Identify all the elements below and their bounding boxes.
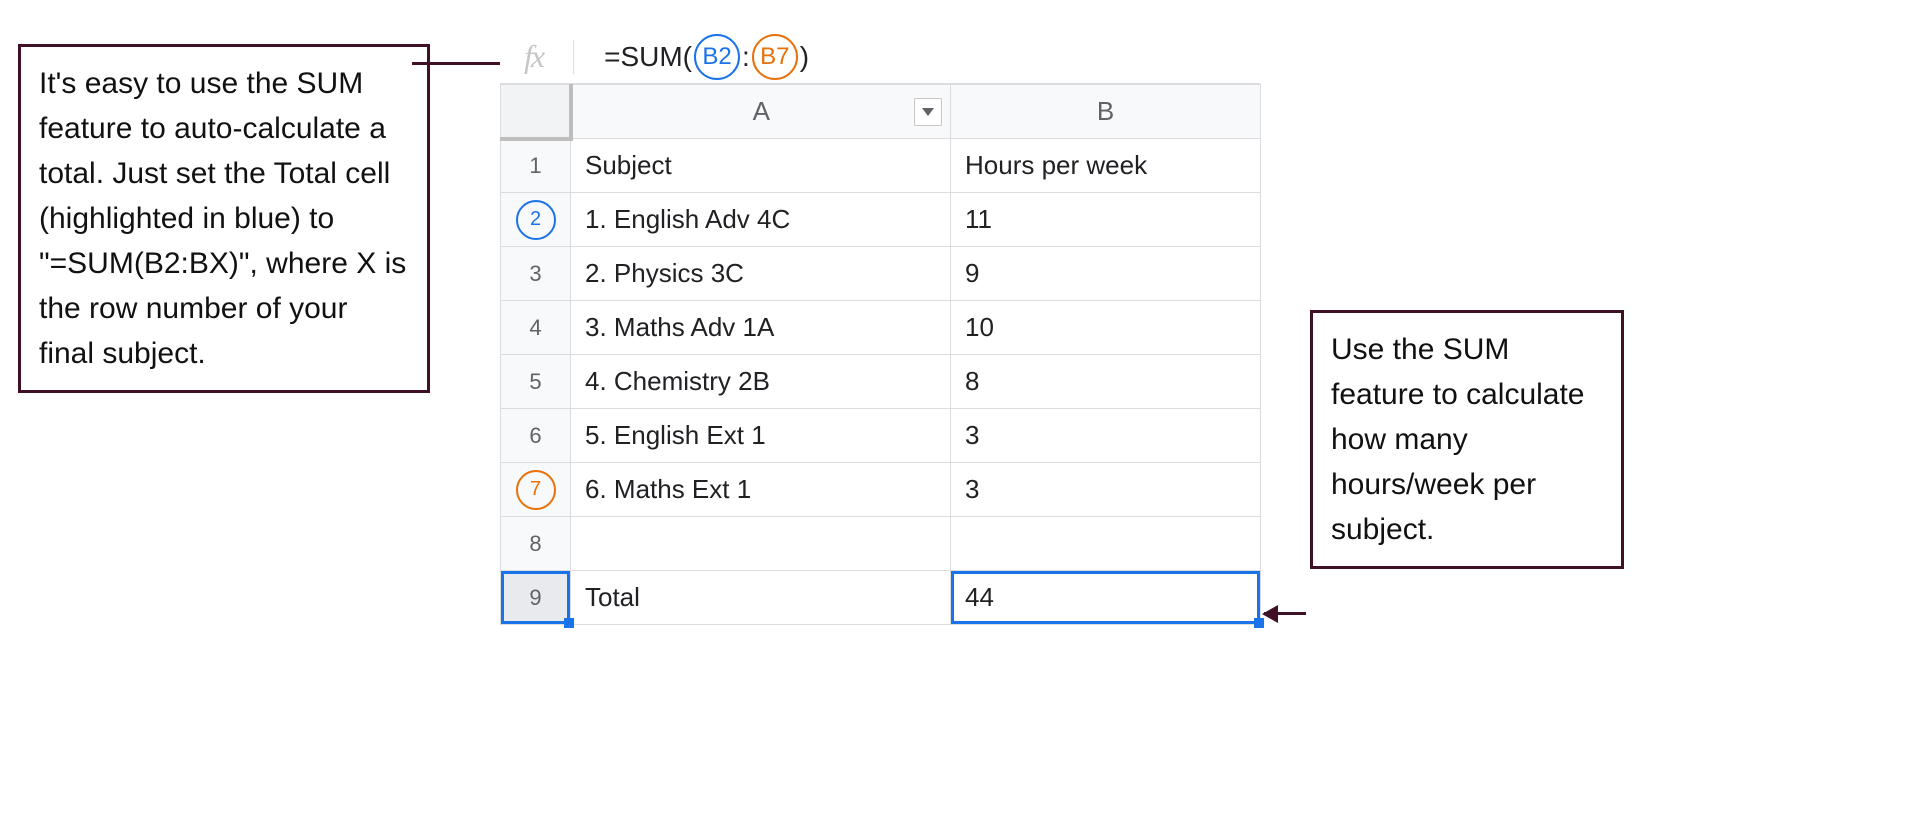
column-header-a[interactable]: A <box>571 85 951 139</box>
row-header[interactable]: 9 <box>501 571 571 625</box>
arrow-right-to-total <box>1264 612 1306 615</box>
column-header-b[interactable]: B <box>951 85 1261 139</box>
table-row: 1 SubjectHours per week <box>501 139 1261 193</box>
cell-b[interactable]: Hours per week <box>951 139 1261 193</box>
row-number-label: 1 <box>529 153 541 178</box>
cell-a[interactable]: 1. English Adv 4C <box>571 193 951 247</box>
select-all-corner[interactable] <box>501 85 571 139</box>
cell-b[interactable]: 11 <box>951 193 1261 247</box>
row-header[interactable]: 8 <box>501 517 571 571</box>
row-number-label: 5 <box>529 369 541 394</box>
cell-a[interactable]: Total <box>571 571 951 625</box>
column-header-a-label: A <box>753 96 770 126</box>
cell-b[interactable]: 3 <box>951 409 1261 463</box>
row-header[interactable]: 5 <box>501 355 571 409</box>
row-number-label: 8 <box>529 531 541 556</box>
column-a-dropdown-icon[interactable] <box>914 98 942 126</box>
row-number-circle-icon: 7 <box>516 470 556 510</box>
cell-b[interactable]: 9 <box>951 247 1261 301</box>
row-number-label: 4 <box>529 315 541 340</box>
cell-a[interactable]: Subject <box>571 139 951 193</box>
table-row: 5 4. Chemistry 2B8 <box>501 355 1261 409</box>
formula-content[interactable]: =SUM( B2 : B7 ) <box>604 34 809 80</box>
annotation-left-box: It's easy to use the SUM feature to auto… <box>18 44 430 393</box>
cell-a[interactable]: 2. Physics 3C <box>571 247 951 301</box>
table-row: 6 5. English Ext 13 <box>501 409 1261 463</box>
fx-icon: fx <box>524 38 543 75</box>
table-row: 9 Total44 <box>501 571 1261 625</box>
row-header[interactable]: 4 <box>501 301 571 355</box>
spreadsheet-frame: fx =SUM( B2 : B7 ) A <box>500 30 1260 625</box>
annotation-right-text: Use the SUM feature to calculate how man… <box>1331 333 1585 546</box>
formula-prefix: =SUM( <box>604 41 692 73</box>
formula-bar-divider <box>573 40 574 74</box>
cell-b[interactable]: 8 <box>951 355 1261 409</box>
cell-a[interactable] <box>571 517 951 571</box>
row-number-label: 3 <box>529 261 541 286</box>
row-header[interactable]: 3 <box>501 247 571 301</box>
table-row: 2 1. English Adv 4C11 <box>501 193 1261 247</box>
cell-a[interactable]: 3. Maths Adv 1A <box>571 301 951 355</box>
row-header[interactable]: 7 <box>501 463 571 517</box>
cell-a[interactable]: 5. English Ext 1 <box>571 409 951 463</box>
formula-bar[interactable]: fx =SUM( B2 : B7 ) <box>500 30 1260 84</box>
table-row: 8 <box>501 517 1261 571</box>
row-header[interactable]: 2 <box>501 193 571 247</box>
row-number-circle-icon: 2 <box>516 200 556 240</box>
cell-b[interactable]: 10 <box>951 301 1261 355</box>
row-header[interactable]: 6 <box>501 409 571 463</box>
formula-ref-b7: B7 <box>752 34 798 80</box>
row-header[interactable]: 1 <box>501 139 571 193</box>
table-row: 4 3. Maths Adv 1A10 <box>501 301 1261 355</box>
formula-ref-b2: B2 <box>694 34 740 80</box>
cell-b[interactable]: 3 <box>951 463 1261 517</box>
table-row: 7 6. Maths Ext 13 <box>501 463 1261 517</box>
annotation-left-text: It's easy to use the SUM feature to auto… <box>39 67 406 370</box>
column-header-row: A B <box>501 85 1261 139</box>
cell-b[interactable] <box>951 517 1261 571</box>
formula-colon: : <box>742 41 750 73</box>
column-header-b-label: B <box>1097 96 1114 126</box>
table-row: 3 2. Physics 3C9 <box>501 247 1261 301</box>
spreadsheet-grid[interactable]: A B 1 SubjectHours per week 2 1. English Ad… <box>500 84 1261 625</box>
cell-b[interactable]: 44 <box>951 571 1261 625</box>
row-number-label: 9 <box>529 585 541 610</box>
cell-a[interactable]: 4. Chemistry 2B <box>571 355 951 409</box>
cell-a[interactable]: 6. Maths Ext 1 <box>571 463 951 517</box>
formula-suffix: ) <box>800 41 809 73</box>
row-number-label: 6 <box>529 423 541 448</box>
annotation-right-box: Use the SUM feature to calculate how man… <box>1310 310 1624 569</box>
figure-stage: It's easy to use the SUM feature to auto… <box>0 0 1920 830</box>
